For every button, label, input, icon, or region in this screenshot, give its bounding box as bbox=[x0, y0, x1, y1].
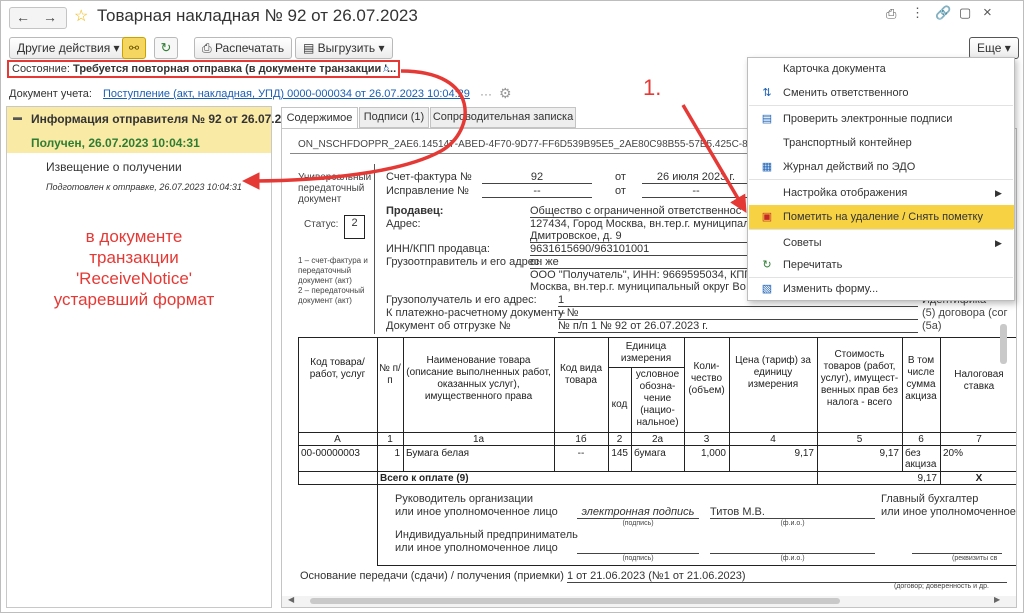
document-window: ← → ☆ Товарная накладная № 92 от 26.07.2… bbox=[0, 0, 1024, 613]
annotation-arrow-left bbox=[242, 69, 467, 190]
annotation-arrows bbox=[242, 69, 747, 214]
annotation-arrow-menu bbox=[681, 104, 747, 214]
